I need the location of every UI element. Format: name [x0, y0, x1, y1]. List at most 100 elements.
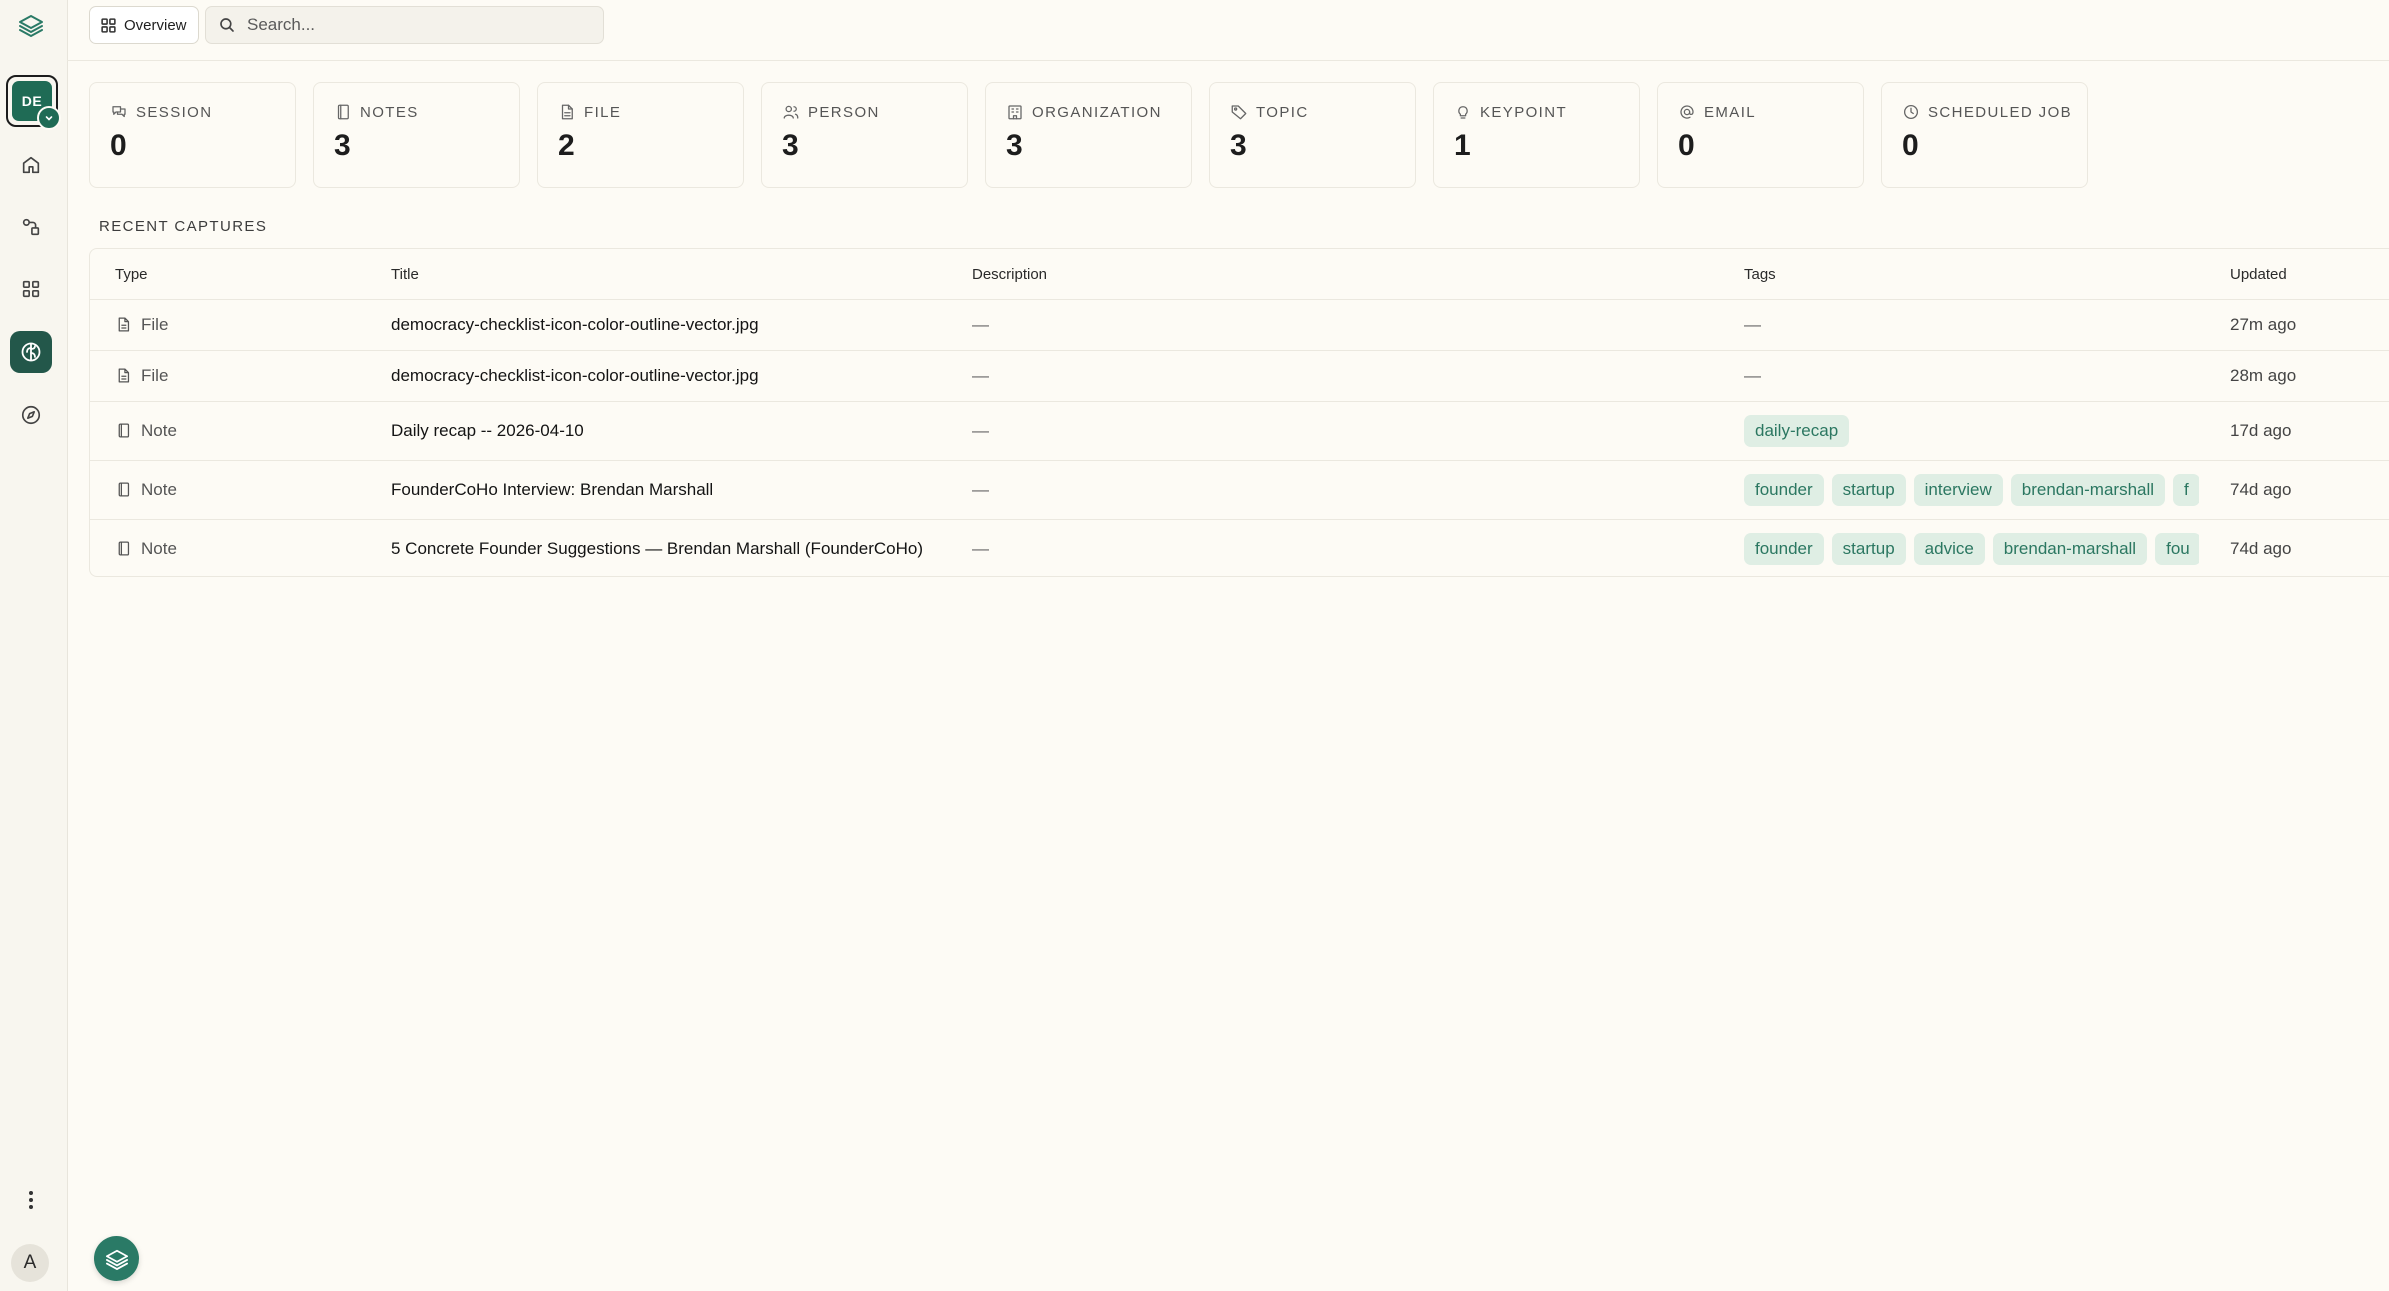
table-row[interactable]: Note Daily recap -- 2026-04-10 — daily-reca…: [90, 401, 2389, 461]
at-icon: [1680, 105, 1694, 119]
tag-chip[interactable]: daily-recap: [1744, 414, 1850, 447]
tag-chip[interactable]: founder: [1744, 532, 1824, 565]
title-cell[interactable]: democracy-checklist-icon-color-outline-v…: [391, 350, 759, 401]
tag-chip[interactable]: advice: [1913, 532, 1985, 565]
stat-value: 3: [1230, 129, 1247, 162]
type-label: File: [141, 314, 169, 334]
type-label: File: [141, 365, 169, 385]
stat-value: 0: [1902, 129, 1919, 162]
type-cell: Note: [115, 519, 177, 576]
search-box[interactable]: [205, 6, 604, 44]
column-header-title[interactable]: Title: [391, 249, 419, 299]
file-icon: [118, 317, 130, 332]
tag-chip[interactable]: f: [2173, 473, 2199, 506]
table-row[interactable]: File democracy-checklist-icon-color-outli…: [90, 299, 2389, 351]
app-logo-icon: [105, 1249, 128, 1270]
nav-knowledge[interactable]: [10, 331, 52, 373]
type-label: Note: [141, 420, 177, 440]
column-header-description[interactable]: Description: [972, 249, 1047, 299]
tags-empty: —: [1744, 314, 1761, 334]
nav-home[interactable]: [10, 144, 52, 186]
nav-workflows[interactable]: [10, 206, 52, 248]
stat-card-email[interactable]: EMAIL 0: [1657, 82, 1864, 188]
stat-card-file[interactable]: FILE 2: [537, 82, 744, 188]
stat-card-topic[interactable]: TOPIC 3: [1209, 82, 1416, 188]
stat-label: SCHEDULED JOB: [1928, 103, 2073, 121]
user-avatar[interactable]: A: [11, 1244, 49, 1282]
description-cell: —: [972, 479, 989, 499]
stat-card-organization[interactable]: ORGANIZATION 3: [985, 82, 1192, 188]
stat-card-session[interactable]: SESSION 0: [89, 82, 296, 188]
notebook-icon: [118, 541, 130, 556]
assistant-launcher-button[interactable]: [94, 1236, 139, 1281]
type-cell: Note: [115, 401, 177, 460]
description-cell: —: [972, 538, 989, 558]
type-label: Note: [141, 538, 177, 558]
top-bar: Overview: [67, 0, 2389, 61]
stat-value: 0: [110, 129, 127, 162]
tag-chip[interactable]: startup: [1831, 473, 1906, 506]
stat-label: SESSION: [136, 103, 213, 121]
tags-cell: —: [1744, 299, 2199, 350]
tag-chip[interactable]: interview: [1913, 473, 2003, 506]
tag-chip[interactable]: startup: [1831, 532, 1906, 565]
file-icon: [561, 104, 573, 120]
tag-chip[interactable]: brendan-marshall: [2010, 473, 2166, 506]
stat-card-scheduled-job[interactable]: SCHEDULED JOB 0: [1881, 82, 2088, 188]
stat-card-keypoint[interactable]: KEYPOINT 1: [1433, 82, 1640, 188]
title-cell[interactable]: Daily recap -- 2026-04-10: [391, 401, 584, 460]
description-cell: —: [972, 365, 989, 385]
notebook-icon: [337, 104, 349, 120]
building-icon: [1008, 105, 1022, 120]
people-icon: [783, 105, 799, 119]
tag-chip[interactable]: brendan-marshall: [1992, 532, 2148, 565]
stat-value: 3: [1006, 129, 1023, 162]
clock-icon: [1903, 104, 1919, 120]
recent-captures-table: Type Title Description Tags Updated File…: [89, 248, 2389, 577]
description-cell: —: [972, 420, 989, 440]
stat-value: 2: [558, 129, 575, 162]
lightbulb-icon: [1458, 106, 1468, 119]
table-row[interactable]: Note FounderCoHo Interview: Brendan Marsh…: [90, 460, 2389, 520]
notebook-icon: [118, 482, 130, 497]
title-cell[interactable]: democracy-checklist-icon-color-outline-v…: [391, 299, 759, 350]
tag-icon: [1231, 105, 1247, 120]
stat-label: ORGANIZATION: [1032, 103, 1162, 121]
overview-button[interactable]: Overview: [89, 6, 199, 44]
grid-icon: [101, 17, 116, 33]
file-icon: [118, 368, 130, 383]
updated-cell: 74d ago: [2230, 538, 2292, 558]
column-header-tags[interactable]: Tags: [1744, 249, 2199, 299]
stat-card-person[interactable]: PERSON 3: [761, 82, 968, 188]
tags-cell: founder startup interview brendan-marshall f: [1744, 460, 2199, 519]
tag-chip[interactable]: fou: [2155, 532, 2199, 565]
stat-label: EMAIL: [1704, 103, 1757, 121]
search-icon: [220, 18, 234, 32]
type-cell: File: [115, 350, 168, 401]
more-vertical-icon[interactable]: [16, 1185, 46, 1215]
nav-apps[interactable]: [10, 268, 52, 310]
stat-value: 3: [334, 129, 351, 162]
title-cell[interactable]: FounderCoHo Interview: Brendan Marshall: [391, 460, 713, 519]
column-header-updated[interactable]: Updated: [2230, 249, 2287, 299]
description-cell: —: [972, 314, 989, 334]
overview-label: Overview: [124, 16, 187, 34]
table-row[interactable]: Note 5 Concrete Founder Suggestions — Bre…: [90, 519, 2389, 576]
updated-cell: 28m ago: [2230, 365, 2297, 385]
stat-value: 0: [1678, 129, 1695, 162]
updated-cell: 17d ago: [2230, 420, 2292, 440]
tags-cell: —: [1744, 350, 2199, 401]
search-input[interactable]: [245, 14, 589, 36]
tag-chip[interactable]: founder: [1744, 473, 1824, 506]
compass-icon: [21, 405, 41, 425]
table-row[interactable]: File democracy-checklist-icon-color-outli…: [90, 350, 2389, 402]
nav-explore[interactable]: [10, 394, 52, 436]
type-label: Note: [141, 479, 177, 499]
grid-icon: [22, 280, 40, 298]
title-cell[interactable]: 5 Concrete Founder Suggestions — Brendan…: [391, 519, 923, 576]
chat-icon: [112, 106, 126, 118]
app-logo-icon[interactable]: [14, 10, 48, 40]
workspace-switcher[interactable]: DE: [6, 75, 61, 130]
stat-card-notes[interactable]: NOTES 3: [313, 82, 520, 188]
column-header-type[interactable]: Type: [115, 249, 148, 299]
